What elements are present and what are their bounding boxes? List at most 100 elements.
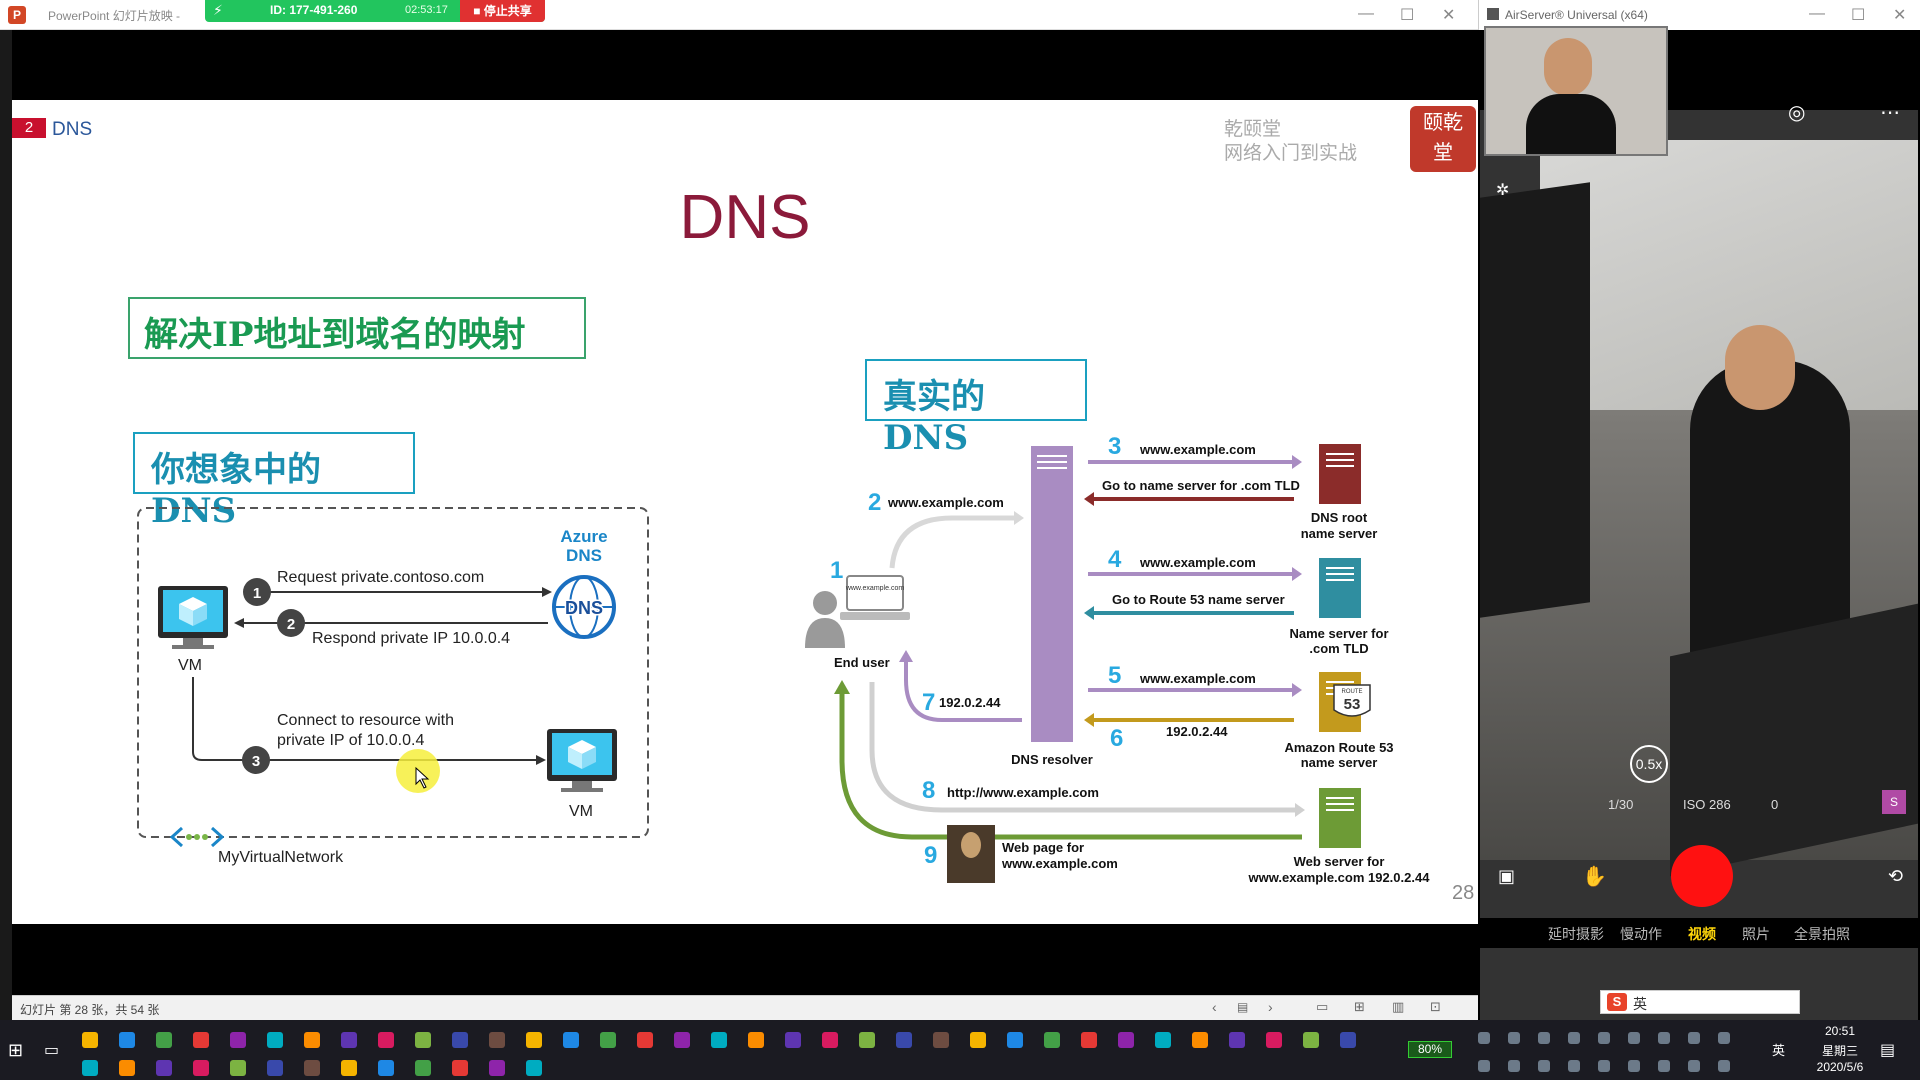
gallery-icon[interactable]: ▣ — [1498, 866, 1515, 887]
mode-slowmo[interactable]: 慢动作 — [1620, 924, 1662, 944]
minimize-button[interactable]: — — [1358, 5, 1374, 23]
more-options-icon[interactable]: ⋯ — [1880, 100, 1900, 125]
normal-view-icon[interactable]: ▭ — [1316, 999, 1328, 1015]
taskbar-app-icon[interactable] — [1155, 1032, 1171, 1048]
taskbar-app-icon[interactable] — [563, 1032, 579, 1048]
tray-icon[interactable] — [1478, 1032, 1490, 1044]
taskbar-app-icon[interactable] — [267, 1060, 283, 1076]
taskbar-app-icon[interactable] — [526, 1032, 542, 1048]
taskbar-app-icon[interactable] — [304, 1032, 320, 1048]
slideshow-view-icon[interactable]: ⊡ — [1430, 999, 1441, 1015]
taskbar-app-icon[interactable] — [452, 1032, 468, 1048]
taskbar-app-icon[interactable] — [1192, 1032, 1208, 1048]
taskbar-app-icon[interactable] — [378, 1060, 394, 1076]
clock-date[interactable]: 2020/5/6 — [1800, 1060, 1880, 1074]
tray-icon[interactable] — [1688, 1060, 1700, 1072]
mode-timelapse[interactable]: 延时摄影 — [1548, 924, 1604, 944]
reading-view-icon[interactable]: ▥ — [1392, 999, 1404, 1015]
taskbar-app-icon[interactable] — [748, 1032, 764, 1048]
slide[interactable]: 2 DNS 乾颐堂 网络入门到实战 颐乾堂 DNS 解决IP地址到域名的映射 你… — [12, 100, 1478, 924]
live-photo-icon[interactable]: ◎ — [1788, 100, 1805, 125]
tray-icon[interactable] — [1628, 1060, 1640, 1072]
maximize-button[interactable]: ☐ — [1400, 5, 1414, 25]
taskbar-app-icon[interactable] — [341, 1060, 357, 1076]
stabilizer-off-icon[interactable]: ✋ — [1582, 864, 1607, 889]
taskbar-app-icon[interactable] — [489, 1032, 505, 1048]
taskbar-app-icon[interactable] — [230, 1032, 246, 1048]
zoom-indicator[interactable]: 0.5x — [1630, 745, 1668, 783]
stop-share-button[interactable]: ■ 停止共享 — [460, 0, 545, 22]
taskbar-app-icon[interactable] — [82, 1060, 98, 1076]
tray-icon[interactable] — [1688, 1032, 1700, 1044]
air-maximize-button[interactable]: ☐ — [1851, 5, 1865, 25]
ime-toolbar[interactable]: S 英 — [1600, 990, 1800, 1014]
start-button[interactable]: ⊞ — [8, 1040, 23, 1061]
taskbar-app-icon[interactable] — [970, 1032, 986, 1048]
prev-slide-button[interactable]: ‹ — [1212, 999, 1217, 1015]
taskbar-app-icon[interactable] — [1007, 1032, 1023, 1048]
task-view-icon[interactable]: ▭ — [44, 1040, 59, 1060]
close-button[interactable]: ✕ — [1442, 5, 1455, 25]
air-close-button[interactable]: ✕ — [1893, 5, 1906, 25]
slide-menu-icon[interactable]: ▤ — [1237, 1000, 1248, 1014]
clock-time[interactable]: 20:51 — [1812, 1024, 1868, 1038]
taskbar-app-icon[interactable] — [378, 1032, 394, 1048]
tray-icon[interactable] — [1598, 1032, 1610, 1044]
tray-icon[interactable] — [1718, 1060, 1730, 1072]
tray-icon[interactable] — [1568, 1060, 1580, 1072]
taskbar-app-icon[interactable] — [341, 1032, 357, 1048]
taskbar-app-icon[interactable] — [1266, 1032, 1282, 1048]
tray-icon[interactable] — [1628, 1032, 1640, 1044]
tray-icon[interactable] — [1658, 1060, 1670, 1072]
taskbar-app-icon[interactable] — [822, 1032, 838, 1048]
tray-icon[interactable] — [1538, 1032, 1550, 1044]
taskbar-app-icon[interactable] — [637, 1032, 653, 1048]
tray-icon[interactable] — [1508, 1060, 1520, 1072]
taskbar-app-icon[interactable] — [600, 1032, 616, 1048]
taskbar-app-icon[interactable] — [1118, 1032, 1134, 1048]
taskbar-app-icon[interactable] — [711, 1032, 727, 1048]
taskbar-app-icon[interactable] — [452, 1060, 468, 1076]
taskbar-app-icon[interactable] — [674, 1032, 690, 1048]
clock-weekday[interactable]: 星期三 — [1812, 1042, 1868, 1059]
tray-icon[interactable] — [1658, 1032, 1670, 1044]
notification-icon[interactable]: ▤ — [1880, 1040, 1895, 1060]
input-language[interactable]: 英 — [1772, 1040, 1785, 1059]
tray-icon[interactable] — [1598, 1060, 1610, 1072]
taskbar-app-icon[interactable] — [156, 1032, 172, 1048]
tray-icon[interactable] — [1538, 1060, 1550, 1072]
flash-off-icon[interactable]: ✲ — [1496, 180, 1509, 200]
mode-panorama[interactable]: 全景拍照 — [1794, 924, 1850, 944]
tray-icon[interactable] — [1508, 1032, 1520, 1044]
tray-icon[interactable] — [1718, 1032, 1730, 1044]
taskbar-app-icon[interactable] — [1340, 1032, 1356, 1048]
air-minimize-button[interactable]: — — [1809, 5, 1825, 23]
taskbar-app-icon[interactable] — [933, 1032, 949, 1048]
taskbar-app-icon[interactable] — [489, 1060, 505, 1076]
taskbar-app-icon[interactable] — [1229, 1032, 1245, 1048]
taskbar-app-icon[interactable] — [119, 1060, 135, 1076]
taskbar-app-icon[interactable] — [267, 1032, 283, 1048]
overlay-badge[interactable]: S — [1882, 790, 1906, 814]
taskbar-app-icon[interactable] — [304, 1060, 320, 1076]
mode-photo[interactable]: 照片 — [1742, 924, 1770, 944]
taskbar-app-icon[interactable] — [193, 1060, 209, 1076]
taskbar-app-icon[interactable] — [1044, 1032, 1060, 1048]
taskbar-app-icon[interactable] — [415, 1032, 431, 1048]
mode-video-active[interactable]: 视频 — [1688, 924, 1716, 944]
tray-icon[interactable] — [1478, 1060, 1490, 1072]
taskbar-app-icon[interactable] — [415, 1060, 431, 1076]
battery-indicator[interactable]: 80% — [1408, 1041, 1452, 1058]
taskbar-app-icon[interactable] — [896, 1032, 912, 1048]
taskbar-app-icon[interactable] — [526, 1060, 542, 1076]
switch-camera-icon[interactable]: ⟲ — [1888, 866, 1903, 887]
taskbar-app-icon[interactable] — [156, 1060, 172, 1076]
sorter-view-icon[interactable]: ⊞ — [1354, 999, 1365, 1015]
taskbar-app-icon[interactable] — [859, 1032, 875, 1048]
taskbar-app-icon[interactable] — [1303, 1032, 1319, 1048]
next-slide-button[interactable]: › — [1268, 999, 1273, 1015]
record-button[interactable] — [1671, 845, 1733, 907]
taskbar-app-icon[interactable] — [785, 1032, 801, 1048]
taskbar-app-icon[interactable] — [193, 1032, 209, 1048]
taskbar-app-icon[interactable] — [1081, 1032, 1097, 1048]
